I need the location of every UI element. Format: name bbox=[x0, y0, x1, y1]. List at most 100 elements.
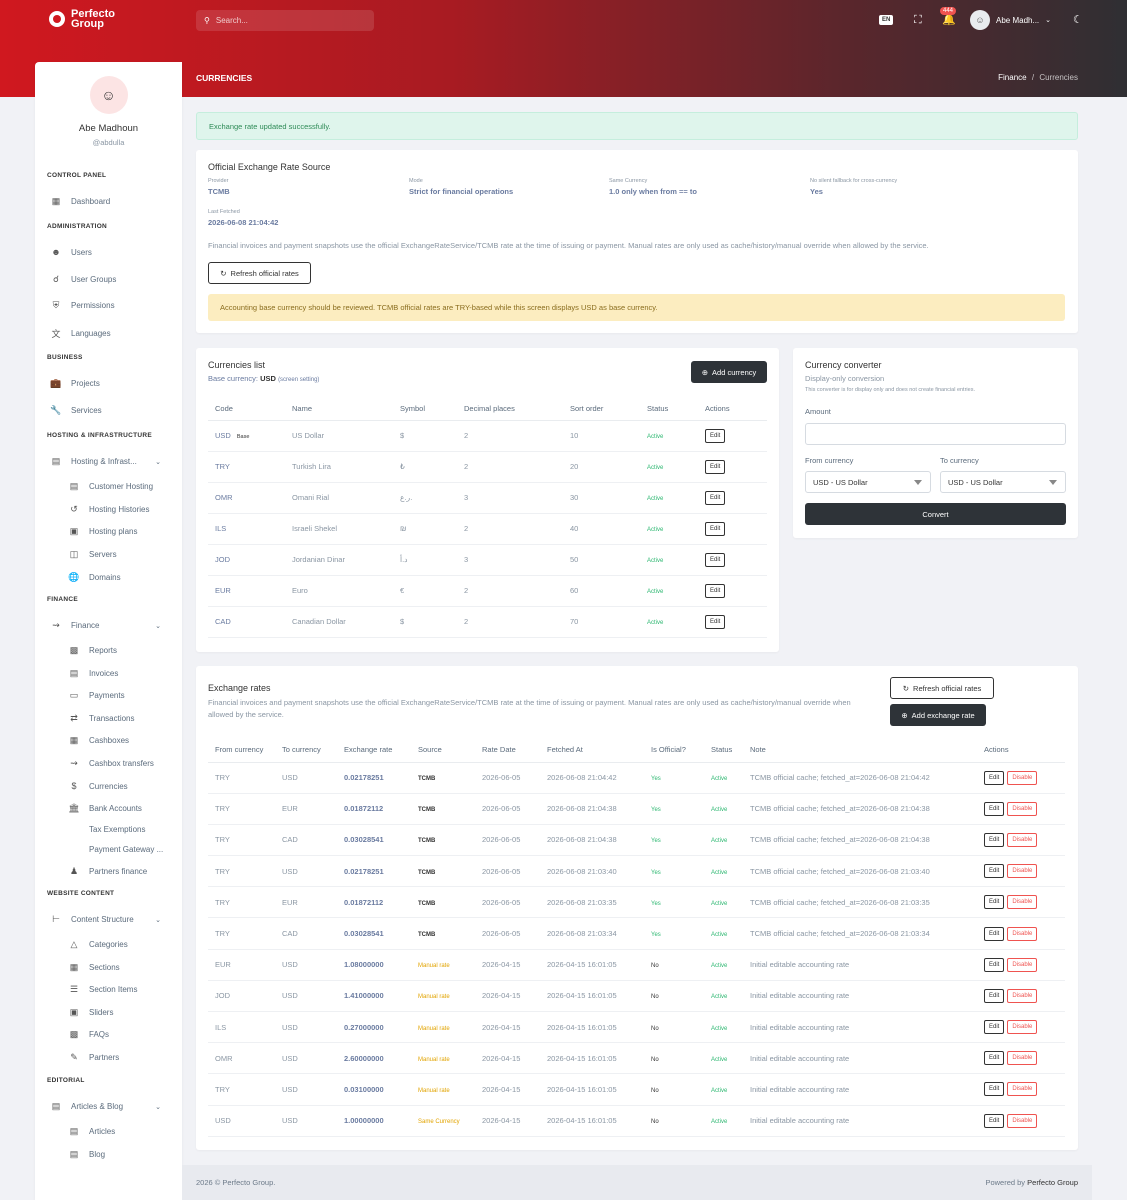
user-menu[interactable]: ☺ Abe Madh... ⌄ bbox=[970, 10, 1051, 30]
edit-button[interactable]: Edit bbox=[984, 801, 1005, 816]
sidebar-item-bank-accounts[interactable]: 🏛 Bank Accounts bbox=[67, 803, 193, 814]
rate-to: USD bbox=[282, 1011, 344, 1044]
brand-logo[interactable]: Perfecto Group bbox=[49, 9, 131, 30]
official-flag: No bbox=[651, 1119, 659, 1126]
edit-button[interactable]: Edit bbox=[984, 895, 1005, 910]
disable-button[interactable]: Disable bbox=[1007, 957, 1038, 972]
language-switcher[interactable]: EN bbox=[879, 15, 894, 25]
disable-button[interactable]: Disable bbox=[1007, 801, 1038, 816]
sidebar-item-invoices[interactable]: ▤ Invoices bbox=[67, 668, 193, 679]
sidebar-item-finance[interactable]: ⇝ Finance ⌄ bbox=[49, 620, 175, 631]
edit-button[interactable]: Edit bbox=[984, 770, 1005, 785]
from-currency-select[interactable]: USD - US Dollar bbox=[805, 471, 931, 493]
add-currency-button[interactable]: ⊕ Add currency bbox=[691, 361, 767, 383]
footer-brand-link[interactable]: Perfecto Group bbox=[1027, 1178, 1078, 1187]
disable-button[interactable]: Disable bbox=[1007, 1082, 1038, 1097]
convert-button[interactable]: Convert bbox=[805, 503, 1066, 525]
sidebar-item-currencies[interactable]: $ Currencies bbox=[67, 781, 193, 791]
edit-button[interactable]: Edit bbox=[705, 459, 726, 474]
sidebar-item-user-groups[interactable]: ☌ User Groups bbox=[49, 274, 175, 285]
status-badge: Active bbox=[647, 620, 664, 626]
edit-button[interactable]: Edit bbox=[984, 957, 1005, 972]
edit-button[interactable]: Edit bbox=[705, 552, 726, 567]
sidebar-item-hosting-histories[interactable]: ↺ Hosting Histories bbox=[67, 504, 193, 515]
sidebar-item-blog[interactable]: ▤ Blog bbox=[67, 1149, 193, 1160]
sidebar-item-content-structure[interactable]: ⊢ Content Structure ⌄ bbox=[49, 914, 175, 925]
edit-button[interactable]: Edit bbox=[705, 490, 726, 505]
sidebar-item-tax-exemptions[interactable]: Tax Exemptions bbox=[67, 825, 193, 834]
sidebar-item-articles[interactable]: ▤ Articles bbox=[67, 1126, 193, 1137]
edit-button[interactable]: Edit bbox=[984, 1020, 1005, 1035]
edit-button[interactable]: Edit bbox=[984, 864, 1005, 879]
disable-button[interactable]: Disable bbox=[1007, 864, 1038, 879]
edit-button[interactable]: Edit bbox=[984, 1113, 1005, 1128]
disable-button[interactable]: Disable bbox=[1007, 1051, 1038, 1066]
edit-button[interactable]: Edit bbox=[984, 926, 1005, 941]
currency-code: EUR bbox=[215, 586, 231, 595]
sidebar-item-cashbox-transfers[interactable]: ⇝ Cashbox transfers bbox=[67, 758, 193, 769]
sidebar-item-reports[interactable]: ▩ Reports bbox=[67, 645, 193, 656]
sidebar-item-articles-blog[interactable]: ▤ Articles & Blog ⌄ bbox=[49, 1101, 175, 1112]
edit-button[interactable]: Edit bbox=[705, 614, 726, 629]
search-input[interactable] bbox=[215, 16, 366, 25]
disable-button[interactable]: Disable bbox=[1007, 988, 1038, 1003]
rate-value-cell: 0.01872112 bbox=[344, 793, 418, 825]
breadcrumb-parent[interactable]: Finance bbox=[998, 73, 1026, 82]
disable-button[interactable]: Disable bbox=[1007, 770, 1038, 785]
profile-name: Abe Madhoun bbox=[78, 123, 139, 134]
search-box[interactable]: ⚲ bbox=[196, 10, 374, 31]
sidebar-item-servers[interactable]: ◫ Servers bbox=[67, 549, 193, 560]
sidebar-item-payment-gateway[interactable]: Payment Gateway ... bbox=[67, 845, 193, 854]
list-icon: ☰ bbox=[69, 984, 79, 994]
add-exchange-rate-button[interactable]: ⊕ Add exchange rate bbox=[890, 704, 986, 726]
sidebar-item-categories[interactable]: △ Categories bbox=[67, 939, 193, 950]
edit-button[interactable]: Edit bbox=[984, 988, 1005, 1003]
sidebar-item-domains[interactable]: 🌐 Domains bbox=[67, 572, 193, 583]
sidebar-item-hosting[interactable]: ▤ Hosting & Infrast... ⌄ bbox=[49, 456, 175, 467]
sidebar-item-dashboard[interactable]: ▦ Dashboard bbox=[49, 196, 175, 207]
sidebar-item-projects[interactable]: 💼 Projects bbox=[49, 378, 175, 389]
edit-button[interactable]: Edit bbox=[705, 583, 726, 598]
history-icon: ↺ bbox=[70, 504, 78, 514]
sidebar-item-customer-hosting[interactable]: ▤ Customer Hosting bbox=[67, 481, 193, 492]
sidebar-item-sections[interactable]: ▦ Sections bbox=[67, 962, 193, 973]
sidebar-item-hosting-plans[interactable]: ▣ Hosting plans bbox=[67, 526, 193, 537]
sidebar-item-section-items[interactable]: ☰ Section Items bbox=[67, 984, 193, 995]
disable-button[interactable]: Disable bbox=[1007, 1020, 1038, 1035]
sidebar-item-sliders[interactable]: ▣ Sliders bbox=[67, 1007, 193, 1018]
refresh-official-rates-button[interactable]: ↻ Refresh official rates bbox=[208, 262, 311, 284]
edit-button[interactable]: Edit bbox=[984, 1082, 1005, 1097]
status-badge: Active bbox=[647, 434, 664, 440]
rate-value-cell: 2.60000000 bbox=[344, 1042, 418, 1075]
fullscreen-icon[interactable]: ⛶ bbox=[914, 14, 922, 26]
sidebar-item-partners[interactable]: ✎ Partners bbox=[67, 1052, 193, 1063]
rate-date: 2026-06-05 bbox=[482, 793, 547, 825]
disable-button[interactable]: Disable bbox=[1007, 895, 1038, 910]
currency-sort: 30 bbox=[570, 482, 647, 514]
sidebar-item-users[interactable]: ☻ Users bbox=[49, 247, 175, 257]
sidebar-item-cashboxes[interactable]: ▦ Cashboxes bbox=[67, 735, 193, 746]
edit-button[interactable]: Edit bbox=[984, 1051, 1005, 1066]
sidebar-item-services[interactable]: 🔧 Services bbox=[49, 405, 175, 416]
sidebar-item-faqs[interactable]: ▩ FAQs bbox=[67, 1029, 193, 1040]
edit-button[interactable]: Edit bbox=[705, 428, 726, 443]
sidebar-item-transactions[interactable]: ⇄ Transactions bbox=[67, 713, 193, 724]
sidebar-item-languages[interactable]: 文 Languages bbox=[49, 327, 175, 340]
edit-button[interactable]: Edit bbox=[705, 521, 726, 536]
disable-button[interactable]: Disable bbox=[1007, 1113, 1038, 1128]
col-official: Is Official? bbox=[651, 737, 711, 763]
profile-avatar-icon[interactable]: ☺ bbox=[89, 76, 128, 114]
to-currency-select[interactable]: USD - US Dollar bbox=[940, 471, 1066, 493]
refresh-official-rates-button-2[interactable]: ↻ Refresh official rates bbox=[890, 677, 994, 699]
bell-icon[interactable]: 🔔 bbox=[942, 14, 956, 26]
amount-input[interactable] bbox=[805, 423, 1066, 445]
disable-button[interactable]: Disable bbox=[1007, 926, 1038, 941]
converter-note: This converter is for display only and d… bbox=[805, 387, 975, 393]
disable-button[interactable]: Disable bbox=[1007, 832, 1038, 847]
sidebar-item-partners-finance[interactable]: ♟ Partners finance bbox=[67, 866, 193, 877]
edit-button[interactable]: Edit bbox=[984, 832, 1005, 847]
theme-toggle-icon[interactable]: ☾ bbox=[1073, 14, 1083, 26]
rate-source: TCMB bbox=[418, 807, 436, 814]
sidebar-item-permissions[interactable]: ⛨ Permissions bbox=[49, 300, 175, 311]
sidebar-item-payments[interactable]: ▭ Payments bbox=[67, 690, 193, 701]
